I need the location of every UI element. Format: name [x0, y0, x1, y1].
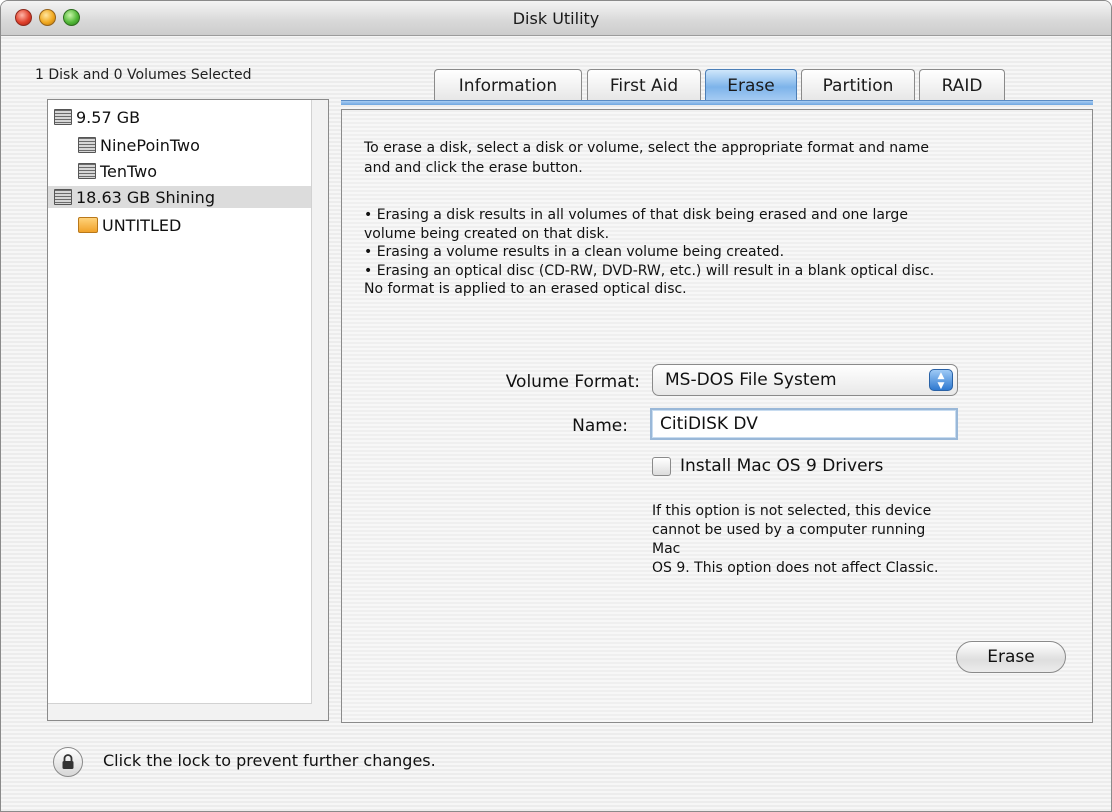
volume-format-popup[interactable]: MS-DOS File System ▲ ▼ [652, 364, 958, 396]
note-line: No format is applied to an erased optica… [364, 281, 687, 297]
disk-label: 18.63 GB Shining [76, 187, 215, 207]
volume-row[interactable]: NinePoinTwo [48, 134, 311, 156]
disk-list[interactable]: 9.57 GB NinePoinTwo TenTwo 18.63 GB Shin… [47, 99, 329, 721]
instruction-line: and and click the erase button. [364, 160, 583, 176]
install-os9-drivers-option[interactable]: Install Mac OS 9 Drivers [652, 456, 883, 476]
disk-row-selected[interactable]: 18.63 GB Shining [48, 186, 311, 208]
tab-first-aid[interactable]: First Aid [587, 69, 701, 101]
volume-row[interactable]: UNTITLED [48, 214, 311, 236]
note-line: If this option is not selected, this dev… [652, 503, 932, 519]
volume-icon [78, 217, 98, 233]
selection-summary: 1 Disk and 0 Volumes Selected [35, 67, 252, 83]
horizontal-scrollbar[interactable] [48, 703, 312, 720]
install-os9-drivers-label[interactable]: Install Mac OS 9 Drivers [680, 456, 883, 476]
hard-disk-icon [54, 189, 72, 205]
window-title: Disk Utility [512, 9, 600, 28]
tab-underline [341, 100, 1093, 105]
hard-disk-icon [78, 163, 96, 179]
disk-label: 9.57 GB [76, 107, 141, 127]
title-bar[interactable]: Disk Utility [1, 1, 1111, 36]
volume-format-value: MS-DOS File System [665, 370, 837, 390]
volume-label: NinePoinTwo [100, 135, 200, 155]
volume-row[interactable]: TenTwo [48, 160, 311, 182]
note-line: OS 9. This option does not affect Classi… [652, 560, 939, 576]
lock-message: Click the lock to prevent further change… [103, 751, 436, 770]
lock-icon [62, 754, 74, 769]
tab-erase[interactable]: Erase [705, 69, 797, 101]
disk-row[interactable]: 9.57 GB [48, 106, 311, 128]
erase-button[interactable]: Erase [956, 641, 1066, 673]
vertical-scrollbar[interactable] [311, 100, 328, 720]
note-line: • Erasing a disk results in all volumes … [364, 207, 908, 223]
hard-disk-icon [54, 109, 72, 125]
install-os9-drivers-checkbox[interactable] [652, 456, 671, 476]
note-line: • Erasing a volume results in a clean vo… [364, 244, 785, 260]
note-line: volume being created on that disk. [364, 225, 610, 242]
tab-raid[interactable]: RAID [919, 69, 1005, 101]
name-label: Name: [572, 416, 628, 436]
lock-button[interactable] [53, 747, 83, 777]
erase-notes: • Erasing a disk results in all volumes … [364, 206, 1084, 299]
up-down-arrows-icon: ▲ ▼ [929, 369, 953, 391]
volume-label: TenTwo [100, 161, 158, 181]
tab-information[interactable]: Information [434, 69, 582, 101]
note-line: • Erasing an optical disc (CD-RW, DVD-RW… [364, 262, 935, 279]
disk-utility-window: Disk Utility 1 Disk and 0 Volumes Select… [0, 0, 1112, 812]
note-line: cannot be used by a computer running Mac [652, 522, 926, 557]
hard-disk-icon [78, 137, 96, 153]
erase-panel: To erase a disk, select a disk or volume… [341, 109, 1093, 723]
tab-partition[interactable]: Partition [801, 69, 915, 101]
erase-instructions: To erase a disk, select a disk or volume… [364, 138, 1074, 178]
name-field[interactable]: CitiDISK DV [650, 408, 958, 440]
volume-label: UNTITLED [102, 215, 182, 235]
instruction-line: To erase a disk, select a disk or volume… [364, 140, 929, 156]
os9-drivers-note: If this option is not selected, this dev… [652, 502, 952, 578]
volume-format-label: Volume Format: [505, 372, 640, 392]
